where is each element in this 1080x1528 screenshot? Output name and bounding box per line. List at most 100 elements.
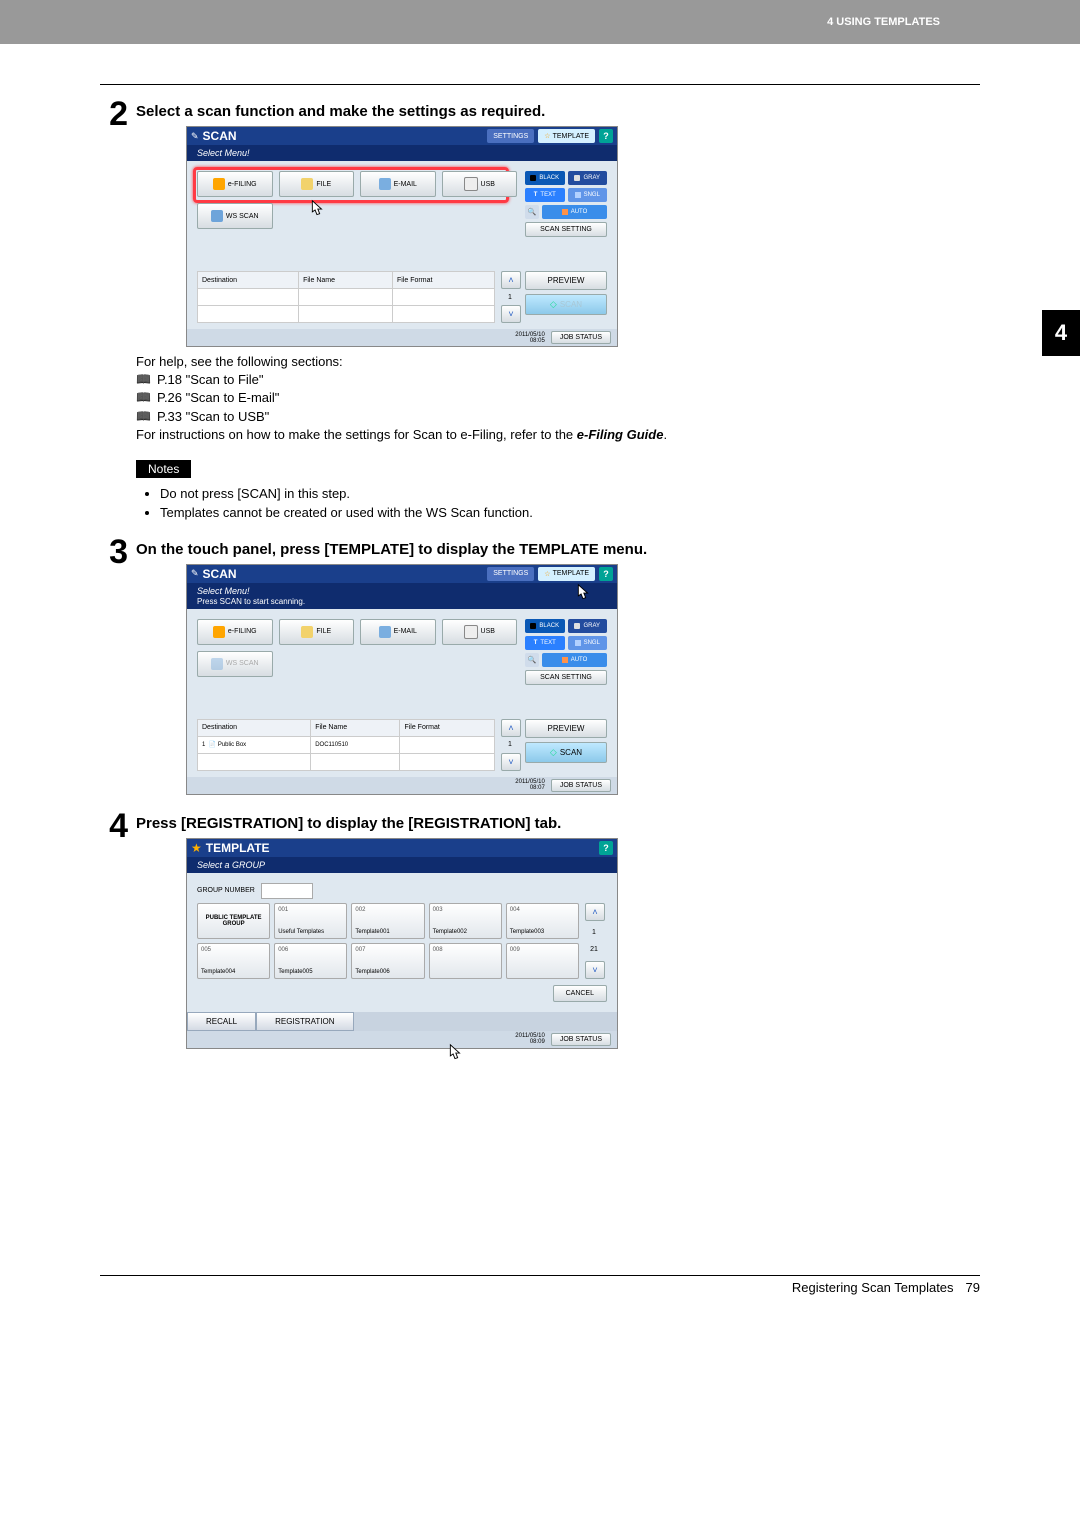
template-group-cell[interactable]: 007Template006 [351, 943, 424, 979]
template-touchscreen: ★ TEMPLATE ? Select a GROUP GROUP NUMBER [186, 838, 618, 1049]
header-bar: 4 USING TEMPLATES [0, 0, 1080, 44]
down-arrow-button[interactable]: ˅ [585, 961, 605, 979]
chip-black[interactable]: BLACK [525, 171, 565, 185]
up-arrow-button[interactable]: ˄ [585, 903, 605, 921]
chip-auto[interactable]: AUTO [542, 653, 607, 667]
chapter-tab: 4 [1042, 310, 1080, 356]
group-number-label: GROUP NUMBER [197, 887, 255, 894]
help-button[interactable]: ? [599, 841, 613, 855]
chip-black[interactable]: BLACK [525, 619, 565, 633]
usb-button[interactable]: USB [442, 171, 518, 197]
tpl-sub: Select a GROUP [187, 857, 617, 873]
email-button[interactable]: E-MAIL [360, 619, 436, 645]
destination-table: Destination File Name File Format [197, 271, 495, 323]
preview-button[interactable]: PREVIEW [525, 719, 607, 738]
email-button[interactable]: E-MAIL [360, 171, 436, 197]
template-group-cell[interactable]: 005Template004 [197, 943, 270, 979]
template-button[interactable]: TEMPLATE [538, 567, 595, 581]
up-arrow-button[interactable]: ˄ [501, 271, 521, 289]
registration-tab[interactable]: REGISTRATION [256, 1012, 353, 1031]
wsscan-button[interactable]: WS SCAN [197, 203, 273, 229]
chip-auto[interactable]: AUTO [542, 205, 607, 219]
page-indicator: 1 [501, 740, 519, 749]
settings-button[interactable]: SETTINGS [487, 567, 534, 581]
page-cur: 1 [585, 928, 603, 937]
scan-setting-button[interactable]: SCAN SETTING [525, 670, 607, 685]
template-group-cell: 008 [429, 943, 502, 979]
template-group-cell[interactable]: PUBLIC TEMPLATE GROUP [197, 903, 270, 939]
ts-title: SCAN [203, 567, 237, 581]
notes-list: Do not press [SCAN] in this step. Templa… [160, 484, 980, 523]
template-group-cell[interactable]: 003Template002 [429, 903, 502, 939]
chip-single[interactable]: SNGL [568, 188, 608, 202]
th-filename: File Name [299, 272, 393, 289]
chip-gray[interactable]: GRAY [568, 619, 608, 633]
notes-label: Notes [136, 460, 191, 478]
ref-3: P.33 "Scan to USB" [136, 408, 980, 426]
chip-single[interactable]: SNGL [568, 636, 608, 650]
datetime: 2011/05/1008:07 [515, 779, 545, 791]
chip-gray[interactable]: GRAY [568, 171, 608, 185]
settings-button[interactable]: SETTINGS [487, 129, 534, 143]
efiling-button[interactable]: e-FILING [197, 171, 273, 197]
preview-button[interactable]: PREVIEW [525, 271, 607, 290]
down-arrow-button[interactable]: ˅ [501, 305, 521, 323]
zoom-icon[interactable] [525, 653, 539, 667]
step-number: 3 [100, 535, 128, 801]
file-button[interactable]: FILE [279, 619, 355, 645]
template-button[interactable]: TEMPLATE [538, 129, 595, 143]
note-item: Do not press [SCAN] in this step. [160, 484, 980, 504]
th-destination: Destination [198, 272, 299, 289]
ref-1: P.18 "Scan to File" [136, 371, 980, 389]
cancel-button[interactable]: CANCEL [553, 985, 607, 1002]
chip-text[interactable]: TEXT [525, 188, 565, 202]
scan-icon: ✎ [191, 568, 199, 579]
template-group-cell[interactable]: 001Useful Templates [274, 903, 347, 939]
jobstatus-button[interactable]: JOB STATUS [551, 779, 611, 792]
select-menu-label: Select Menu! Press SCAN to start scannin… [187, 583, 617, 609]
group-number-input[interactable] [261, 883, 313, 899]
step-title: Select a scan function and make the sett… [136, 103, 980, 120]
datetime: 2011/05/1008:05 [515, 332, 545, 344]
template-group-cell: 009 [506, 943, 579, 979]
help-button[interactable]: ? [599, 567, 613, 581]
recall-tab[interactable]: RECALL [187, 1012, 256, 1031]
down-arrow-button[interactable]: ˅ [501, 753, 521, 771]
ts-title: SCAN [203, 129, 237, 143]
scan-touchscreen-a: ✎ SCAN SETTINGS TEMPLATE ? Select Menu! [186, 126, 618, 347]
template-group-cell[interactable]: 002Template001 [351, 903, 424, 939]
footer-page: 79 [966, 1280, 980, 1295]
scan-icon: ✎ [191, 131, 199, 142]
scan-button[interactable]: SCAN [525, 294, 607, 315]
scan-setting-button[interactable]: SCAN SETTING [525, 222, 607, 237]
step-number: 4 [100, 809, 128, 1055]
chip-text[interactable]: TEXT [525, 636, 565, 650]
th-fileformat: File Format [393, 272, 495, 289]
zoom-icon[interactable] [525, 205, 539, 219]
step-number: 2 [100, 97, 128, 444]
th-fileformat: File Format [400, 719, 495, 736]
instructions-line: For instructions on how to make the sett… [136, 426, 980, 444]
file-button[interactable]: FILE [279, 171, 355, 197]
step-title: Press [REGISTRATION] to display the [REG… [136, 815, 980, 832]
step-2: 2 Select a scan function and make the se… [100, 97, 980, 444]
step-4: 4 Press [REGISTRATION] to display the [R… [100, 809, 980, 1055]
wsscan-button[interactable]: WS SCAN [197, 651, 273, 677]
jobstatus-button[interactable]: JOB STATUS [551, 331, 611, 344]
efiling-button[interactable]: e-FILING [197, 619, 273, 645]
usb-button[interactable]: USB [442, 619, 518, 645]
tpl-title: TEMPLATE [206, 841, 270, 855]
help-button[interactable]: ? [599, 129, 613, 143]
scan-button[interactable]: SCAN [525, 742, 607, 763]
up-arrow-button[interactable]: ˄ [501, 719, 521, 737]
template-group-cell[interactable]: 006Template005 [274, 943, 347, 979]
chapter-label: 4 USING TEMPLATES [827, 16, 940, 28]
scan-touchscreen-b: ✎ SCAN SETTINGS TEMPLATE ? Select Menu! … [186, 564, 618, 795]
destination-table: Destination File Name File Format 1 📄 Pu… [197, 719, 495, 771]
datetime: 2011/05/1008:09 [515, 1033, 545, 1045]
template-group-cell[interactable]: 004Template003 [506, 903, 579, 939]
section-rule [100, 84, 980, 85]
step-title: On the touch panel, press [TEMPLATE] to … [136, 541, 980, 558]
th-destination: Destination [198, 719, 311, 736]
jobstatus-button[interactable]: JOB STATUS [551, 1033, 611, 1046]
